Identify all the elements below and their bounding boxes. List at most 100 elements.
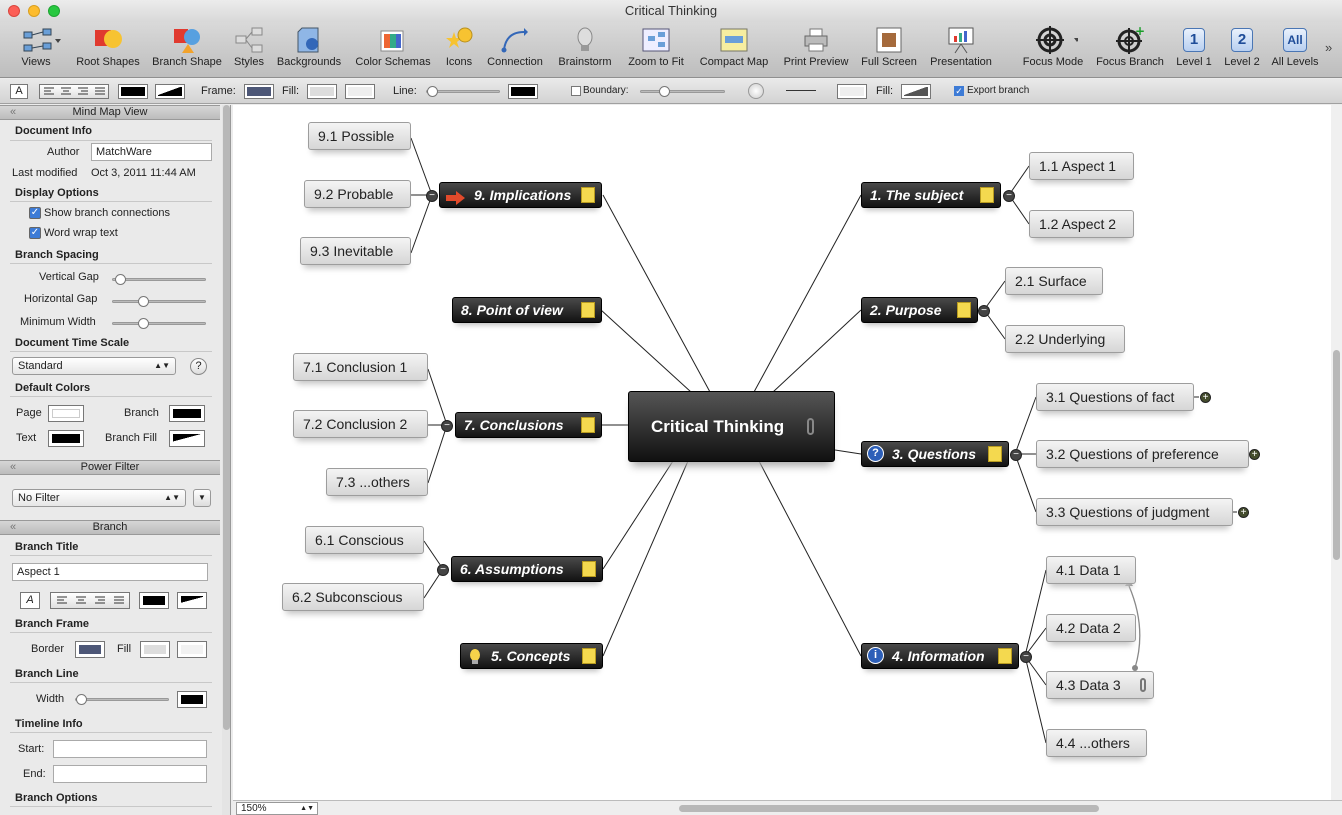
subtopic-4-1[interactable]: 4.1 Data 1 (1046, 556, 1136, 584)
connection-button[interactable]: Connection (484, 26, 546, 74)
zoom-level-select[interactable]: 150% ▲▼ (236, 802, 318, 815)
power-filter-select[interactable]: No Filter ▲▼ (12, 489, 186, 507)
mind-map-canvas[interactable]: Critical Thinking 1. The subject − 2. Pu… (233, 105, 1331, 800)
subtopic-3-2[interactable]: 3.2 Questions of preference (1036, 440, 1249, 468)
subtopic-7-3[interactable]: 7.3 ...others (326, 468, 428, 496)
styles-button[interactable]: Styles (232, 26, 266, 74)
author-field[interactable]: MatchWare (91, 143, 212, 161)
collapse-toggle[interactable]: − (1003, 190, 1015, 202)
branch-text-fill-swatch[interactable] (177, 592, 207, 609)
subtopic-6-2[interactable]: 6.2 Subconscious (282, 583, 424, 611)
horizontal-gap-slider[interactable] (112, 296, 206, 307)
subtopic-3-3[interactable]: 3.3 Questions of judgment (1036, 498, 1233, 526)
mindmap-view-header[interactable]: «Mind Map View (0, 105, 220, 120)
zoom-to-fit-button[interactable]: Zoom to Fit (624, 26, 688, 74)
branch-topic-9[interactable]: 9. Implications (439, 182, 602, 208)
line-width-slider[interactable] (426, 86, 500, 97)
expand-toggle[interactable]: + (1200, 392, 1211, 403)
expand-toggle[interactable]: + (1249, 449, 1260, 460)
branch-topic-2[interactable]: 2. Purpose (861, 297, 978, 323)
subtopic-2-2[interactable]: 2.2 Underlying (1005, 325, 1125, 353)
root-shapes-button[interactable]: Root Shapes (74, 26, 142, 74)
toolbar-overflow-icon[interactable]: » (1325, 40, 1332, 55)
subtopic-1-2[interactable]: 1.2 Aspect 2 (1029, 210, 1134, 238)
border-color-swatch[interactable] (75, 641, 105, 658)
focus-branch-button[interactable]: + Focus Branch (1094, 24, 1166, 74)
branch-topic-5[interactable]: 5. Concepts (460, 643, 603, 669)
help-button[interactable]: ? (190, 358, 207, 375)
collapse-toggle[interactable]: − (1010, 449, 1022, 461)
collapse-toggle[interactable]: − (437, 564, 449, 576)
fill-color-swatch-sidebar-2[interactable] (177, 641, 207, 658)
branch-color-swatch[interactable] (169, 405, 205, 422)
level-2-button[interactable]: 2 Level 2 (1222, 26, 1262, 74)
collapse-toggle[interactable]: − (1020, 651, 1032, 663)
power-filter-header[interactable]: «Power Filter (0, 460, 220, 475)
branch-header[interactable]: «Branch (0, 520, 220, 535)
text-style-button[interactable]: A (10, 84, 28, 99)
branch-topic-8[interactable]: 8. Point of view (452, 297, 602, 323)
text-color-swatch[interactable] (118, 84, 148, 99)
boundary-color-swatch[interactable] (837, 84, 867, 99)
branch-title-field[interactable]: Aspect 1 (12, 563, 208, 581)
subtopic-7-1[interactable]: 7.1 Conclusion 1 (293, 353, 428, 381)
print-preview-button[interactable]: Print Preview (780, 26, 852, 74)
end-field[interactable] (53, 765, 207, 783)
branch-topic-6[interactable]: 6. Assumptions (451, 556, 603, 582)
branch-fill-swatch[interactable] (169, 430, 205, 447)
boundary-line-style[interactable] (786, 90, 816, 91)
level-1-button[interactable]: 1 Level 1 (1174, 26, 1214, 74)
collapse-toggle[interactable]: − (978, 305, 990, 317)
focus-mode-button[interactable]: Focus Mode (1018, 26, 1088, 74)
start-field[interactable] (53, 740, 207, 758)
boundary-checkbox[interactable] (571, 86, 581, 96)
fill-gradient-swatch[interactable] (155, 84, 185, 99)
branch-line-color-swatch[interactable] (177, 691, 207, 708)
branch-line-width-slider[interactable] (75, 694, 169, 705)
views-button[interactable]: Views (14, 26, 61, 74)
presentation-button[interactable]: Presentation (926, 26, 996, 74)
full-screen-button[interactable]: Full Screen (858, 26, 920, 74)
subtopic-9-2[interactable]: 9.2 Probable (304, 180, 411, 208)
branch-topic-4[interactable]: i 4. Information (861, 643, 1019, 669)
subtopic-9-1[interactable]: 9.1 Possible (308, 122, 411, 150)
vertical-gap-slider[interactable] (112, 274, 206, 285)
fill-color-swatch[interactable] (307, 84, 337, 99)
line-color-swatch[interactable] (508, 84, 538, 99)
filter-menu-button[interactable]: ▼ (193, 489, 211, 507)
boundary-shape-dial[interactable] (748, 83, 764, 99)
branch-shape-button[interactable]: Branch Shape (150, 26, 224, 74)
boundary-fill-swatch[interactable] (901, 84, 931, 99)
boundary-slider[interactable] (640, 86, 725, 97)
branch-text-align-group[interactable] (50, 592, 130, 609)
branch-topic-3[interactable]: ? 3. Questions (861, 441, 1009, 467)
icons-button[interactable]: Icons (442, 26, 476, 74)
export-branch-checkbox[interactable]: ✓ (954, 86, 964, 96)
canvas-vertical-scrollbar[interactable] (1331, 105, 1342, 800)
subtopic-1-1[interactable]: 1.1 Aspect 1 (1029, 152, 1134, 180)
page-color-swatch[interactable] (48, 405, 84, 422)
branch-topic-1[interactable]: 1. The subject (861, 182, 1001, 208)
subtopic-3-1[interactable]: 3.1 Questions of fact (1036, 383, 1194, 411)
minimum-width-slider[interactable] (112, 318, 206, 329)
collapse-panel-icon[interactable]: « (10, 521, 16, 534)
close-window-button[interactable] (8, 5, 20, 17)
backgrounds-button[interactable]: Backgrounds (274, 26, 344, 74)
collapse-panel-icon[interactable]: « (10, 106, 16, 119)
subtopic-7-2[interactable]: 7.2 Conclusion 2 (293, 410, 428, 438)
subtopic-2-1[interactable]: 2.1 Surface (1005, 267, 1103, 295)
subtopic-4-4[interactable]: 4.4 ...others (1046, 729, 1147, 757)
branch-topic-7[interactable]: 7. Conclusions (455, 412, 602, 438)
sidebar-scrollbar[interactable] (222, 105, 230, 815)
branch-font-button[interactable]: A (20, 592, 40, 609)
show-connections-checkbox[interactable]: ✓ (29, 207, 41, 219)
frame-color-swatch[interactable] (244, 84, 274, 99)
collapse-panel-icon[interactable]: « (10, 461, 16, 474)
time-scale-select[interactable]: Standard ▲▼ (12, 357, 176, 375)
expand-toggle[interactable]: + (1238, 507, 1249, 518)
canvas-horizontal-scrollbar[interactable] (679, 805, 1099, 812)
collapse-toggle[interactable]: − (441, 420, 453, 432)
central-topic[interactable]: Critical Thinking (628, 391, 835, 462)
subtopic-9-3[interactable]: 9.3 Inevitable (300, 237, 411, 265)
collapse-toggle[interactable]: − (426, 190, 438, 202)
